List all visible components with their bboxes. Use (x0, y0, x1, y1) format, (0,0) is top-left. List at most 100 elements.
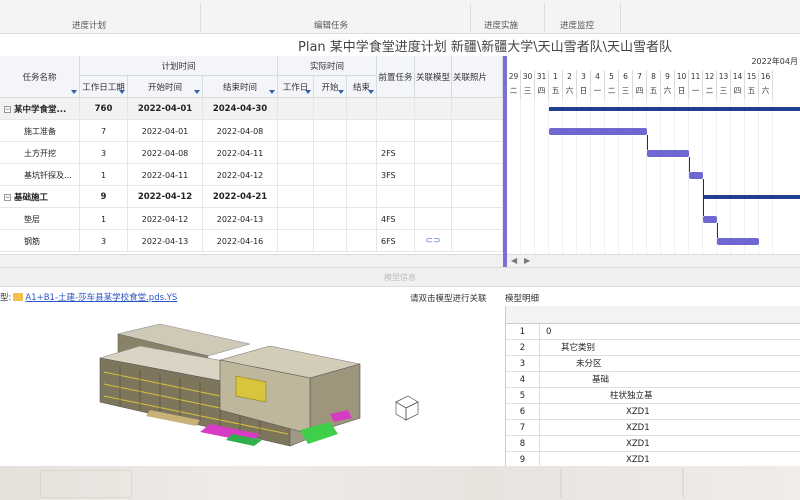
cell-link[interactable] (415, 186, 452, 208)
cell-name[interactable]: 施工准备 (0, 120, 80, 142)
collapse-toggle-icon[interactable]: − (4, 193, 11, 201)
col-end-time[interactable]: 结束时间 (203, 76, 278, 98)
col-actual-work-days[interactable]: 工作日 (278, 76, 314, 98)
gantt-summary-bar[interactable] (549, 107, 800, 111)
filter-icon[interactable] (194, 90, 200, 94)
gantt-summary-bar[interactable] (703, 195, 800, 199)
cell-name[interactable]: 基坑钎探及... (0, 164, 80, 186)
cell-ae[interactable] (347, 208, 377, 230)
gantt-task-bar[interactable] (703, 216, 717, 223)
cell-as[interactable] (314, 230, 347, 252)
cell-start[interactable]: 2022-04-01 (128, 120, 203, 142)
cell-start[interactable]: 2022-04-13 (128, 230, 203, 252)
model-file-link[interactable]: A1+B1-土建-莎车县某学校食堂.pds.YS (25, 293, 177, 303)
cell-start[interactable]: 2022-04-01 (128, 98, 203, 120)
cell-pred[interactable] (377, 120, 415, 142)
cell-link[interactable] (415, 208, 452, 230)
table-row[interactable]: 钢筋 3 2022-04-13 2022-04-16 6FS ⊂⊃ (0, 230, 503, 252)
filter-icon[interactable] (305, 90, 311, 94)
cell-end[interactable]: 2022-04-13 (203, 208, 278, 230)
cell-days[interactable]: 1 (80, 208, 128, 230)
cell-pred[interactable] (377, 98, 415, 120)
grid-horizontal-scrollbar[interactable] (0, 254, 503, 267)
detail-row[interactable]: 3 未分区 (506, 356, 800, 372)
detail-row[interactable]: 2 其它类别 (506, 340, 800, 356)
cell-aw[interactable] (278, 164, 314, 186)
cell-name[interactable]: − 某中学食堂... (0, 98, 80, 120)
cell-aw[interactable] (278, 208, 314, 230)
cell-as[interactable] (314, 120, 347, 142)
table-row[interactable]: 土方开挖 3 2022-04-08 2022-04-11 2FS (0, 142, 503, 164)
cell-name[interactable]: 钢筋 (0, 230, 80, 252)
collapse-toggle-icon[interactable]: − (4, 105, 11, 113)
cell-days[interactable]: 7 (80, 120, 128, 142)
cell-end[interactable]: 2024-04-30 (203, 98, 278, 120)
cell-name[interactable]: 垫层 (0, 208, 80, 230)
filter-icon[interactable] (338, 90, 344, 94)
cell-link[interactable] (415, 164, 452, 186)
cell-end[interactable]: 2022-04-21 (203, 186, 278, 208)
toolbar-section-progress-implement[interactable]: 进度实施 (484, 19, 518, 31)
cell-days[interactable]: 3 (80, 142, 128, 164)
col-start-time[interactable]: 开始时间 (128, 76, 203, 98)
cell-pred[interactable]: 6FS (377, 230, 415, 252)
cell-ae[interactable] (347, 230, 377, 252)
cell-as[interactable] (314, 98, 347, 120)
cell-link[interactable] (415, 142, 452, 164)
table-row[interactable]: 施工准备 7 2022-04-01 2022-04-08 (0, 120, 503, 142)
gantt-task-bar[interactable] (717, 238, 759, 245)
cell-ae[interactable] (347, 186, 377, 208)
cell-aw[interactable] (278, 98, 314, 120)
cell-start[interactable]: 2022-04-08 (128, 142, 203, 164)
cell-end[interactable]: 2022-04-12 (203, 164, 278, 186)
toolbar-section-edit-task[interactable]: 编辑任务 (314, 19, 348, 31)
cell-pred[interactable] (377, 186, 415, 208)
col-linked-photo[interactable]: 关联照片 (452, 56, 503, 98)
col-actual-end[interactable]: 结束 (347, 76, 377, 98)
cell-aw[interactable] (278, 186, 314, 208)
cell-as[interactable] (314, 208, 347, 230)
gantt-task-bar[interactable] (549, 128, 647, 135)
cell-ae[interactable] (347, 142, 377, 164)
detail-row[interactable]: 6 XZD1 (506, 404, 800, 420)
filter-icon[interactable] (71, 90, 77, 94)
gantt-task-bar[interactable] (689, 172, 703, 179)
cell-days[interactable]: 1 (80, 164, 128, 186)
cell-days[interactable]: 3 (80, 230, 128, 252)
filter-icon[interactable] (368, 90, 374, 94)
cell-start[interactable]: 2022-04-12 (128, 208, 203, 230)
linked-model-icon[interactable]: ⊂⊃ (425, 236, 440, 246)
col-linked-model[interactable]: 关联模型 (415, 56, 452, 98)
cell-photo[interactable] (452, 120, 503, 142)
cell-aw[interactable] (278, 230, 314, 252)
filter-icon[interactable] (119, 90, 125, 94)
cell-end[interactable]: 2022-04-11 (203, 142, 278, 164)
cell-pred[interactable]: 2FS (377, 142, 415, 164)
cell-end[interactable]: 2022-04-16 (203, 230, 278, 252)
cell-name[interactable]: − 基础施工 (0, 186, 80, 208)
toolbar-section-schedule-plan[interactable]: 进度计划 (72, 19, 106, 31)
toolbar-section-progress-monitor[interactable]: 进度监控 (560, 19, 594, 31)
col-predecessor[interactable]: 前置任务 (377, 56, 415, 98)
cell-link[interactable] (415, 98, 452, 120)
detail-row[interactable]: 8 XZD1 (506, 436, 800, 452)
detail-row[interactable]: 7 XZD1 (506, 420, 800, 436)
cell-pred[interactable]: 4FS (377, 208, 415, 230)
table-row[interactable]: − 基础施工 9 2022-04-12 2022-04-21 (0, 186, 503, 208)
cell-photo[interactable] (452, 186, 503, 208)
scroll-right-arrow-icon[interactable]: ▶ (524, 256, 530, 265)
cell-link[interactable]: ⊂⊃ (415, 230, 452, 252)
cell-name[interactable]: 土方开挖 (0, 142, 80, 164)
gantt-task-bar[interactable] (647, 150, 689, 157)
col-task-name[interactable]: 任务名称 (0, 56, 80, 98)
cell-pred[interactable]: 3FS (377, 164, 415, 186)
model-3d-viewer[interactable] (0, 306, 503, 466)
cell-aw[interactable] (278, 142, 314, 164)
cell-ae[interactable] (347, 120, 377, 142)
detail-row[interactable]: 9 XZD1 (506, 452, 800, 466)
cell-end[interactable]: 2022-04-08 (203, 120, 278, 142)
cell-ae[interactable] (347, 164, 377, 186)
cell-photo[interactable] (452, 164, 503, 186)
scroll-left-arrow-icon[interactable]: ◀ (511, 256, 517, 265)
table-row[interactable]: 基坑钎探及... 1 2022-04-11 2022-04-12 3FS (0, 164, 503, 186)
